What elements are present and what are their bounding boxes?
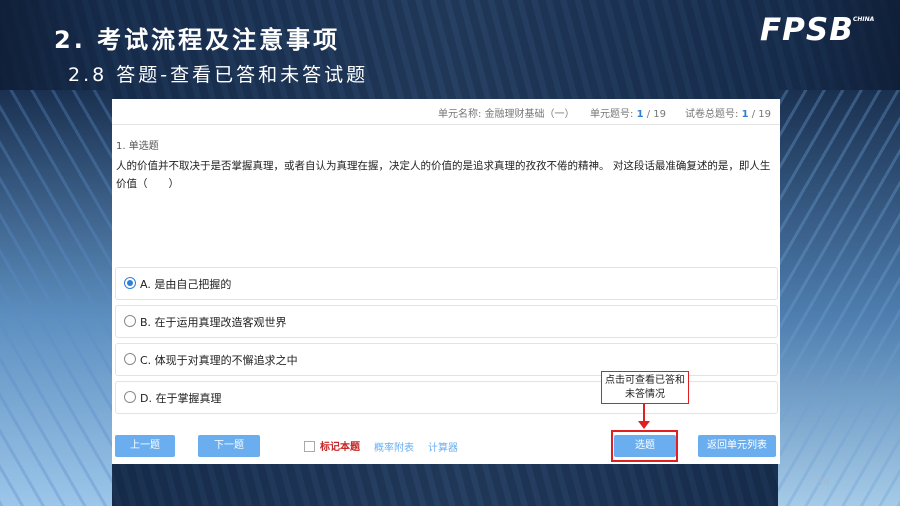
- probability-table-link[interactable]: 概率附表: [374, 439, 414, 454]
- decorative-building-right: [778, 90, 900, 506]
- option-a-label: A. 是由自己把握的: [140, 278, 232, 291]
- mark-question-label[interactable]: 标记本题: [320, 438, 360, 453]
- unit-question-current: 1: [636, 109, 644, 120]
- radio-icon[interactable]: [124, 391, 136, 403]
- unit-name-value: 金融理财基础（一）: [484, 109, 575, 120]
- option-d-label: D. 在于掌握真理: [140, 392, 222, 405]
- fpsb-logo-sub: CHINA: [853, 16, 875, 23]
- fpsb-logo: FPSB: [760, 12, 854, 48]
- option-a[interactable]: A. 是由自己把握的: [115, 267, 778, 300]
- calculator-link[interactable]: 计算器: [428, 439, 458, 454]
- radio-icon[interactable]: [124, 315, 136, 327]
- page-number: 34: [816, 476, 830, 489]
- exam-screenshot: 单元名称: 金融理财基础（一） 单元题号: 1 / 19 试卷总题号: 1 / …: [112, 99, 780, 464]
- back-to-unit-list-button[interactable]: 返回单元列表: [698, 435, 776, 457]
- select-button-highlight: [611, 430, 678, 462]
- radio-checked-icon[interactable]: [124, 277, 136, 289]
- question-type: 1. 单选题: [116, 141, 159, 152]
- unit-name-group: 单元名称: 金融理财基础（一）: [438, 105, 575, 120]
- paper-question-current: 1: [741, 109, 749, 120]
- question-text: 人的价值并不取决于是否掌握真理，或者自认为真理在握，决定人的价值的是追求真理的孜…: [116, 160, 771, 190]
- option-c-label: C. 体现于对真理的不懈追求之中: [140, 354, 298, 367]
- unit-question-label: 单元题号:: [590, 109, 634, 120]
- radio-icon[interactable]: [124, 353, 136, 365]
- paper-question-label: 试卷总题号:: [685, 109, 739, 120]
- unit-name-label: 单元名称:: [438, 109, 482, 120]
- prev-question-button[interactable]: 上一题: [115, 435, 175, 457]
- paper-question-total: / 19: [751, 109, 771, 120]
- slide-subtitle: 2.8 答题-查看已答和未答试题: [68, 64, 369, 86]
- mark-question-checkbox[interactable]: [304, 441, 315, 452]
- annotation-arrow-icon: [638, 421, 650, 429]
- next-question-button[interactable]: 下一题: [198, 435, 260, 457]
- unit-question-total: / 19: [646, 109, 666, 120]
- unit-question-group: 单元题号: 1 / 19: [590, 105, 666, 120]
- exam-info-bar: 单元名称: 金融理财基础（一） 单元题号: 1 / 19 试卷总题号: 1 / …: [112, 99, 780, 125]
- option-b[interactable]: B. 在于运用真理改造客观世界: [115, 305, 778, 338]
- annotation-callout: 点击可查看已答和未答情况: [601, 371, 689, 404]
- option-b-label: B. 在于运用真理改造客观世界: [140, 316, 287, 329]
- slide-title: 2. 考试流程及注意事项: [54, 26, 341, 54]
- paper-question-group: 试卷总题号: 1 / 19: [685, 105, 771, 120]
- decorative-building-left: [0, 90, 112, 506]
